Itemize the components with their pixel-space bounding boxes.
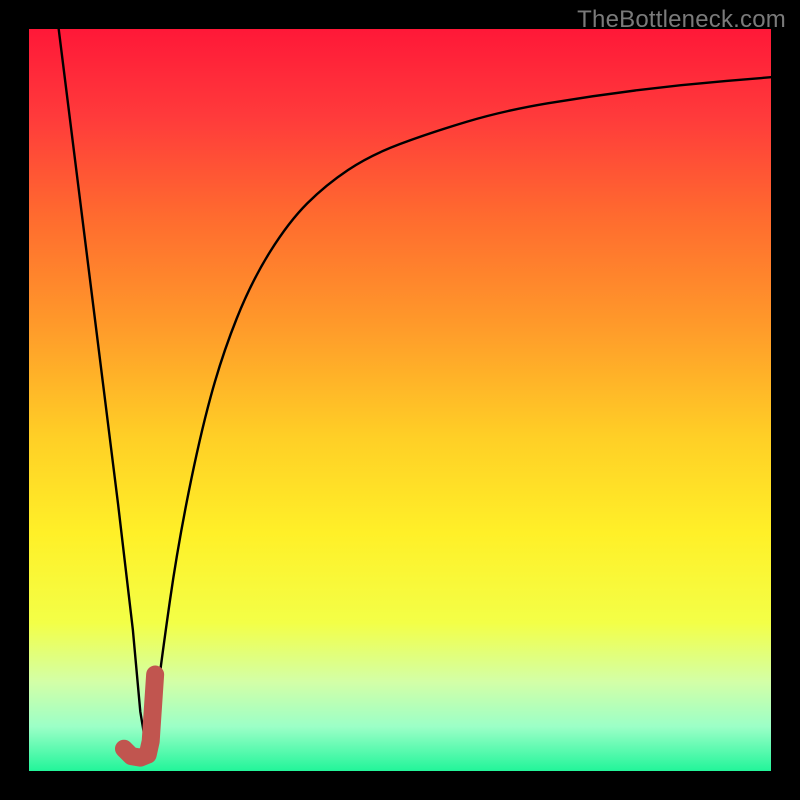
chart-svg [29, 29, 771, 771]
gradient-background [29, 29, 771, 771]
watermark-text: TheBottleneck.com [577, 6, 786, 34]
plot-area [29, 29, 771, 771]
chart-frame: TheBottleneck.com [0, 0, 800, 800]
